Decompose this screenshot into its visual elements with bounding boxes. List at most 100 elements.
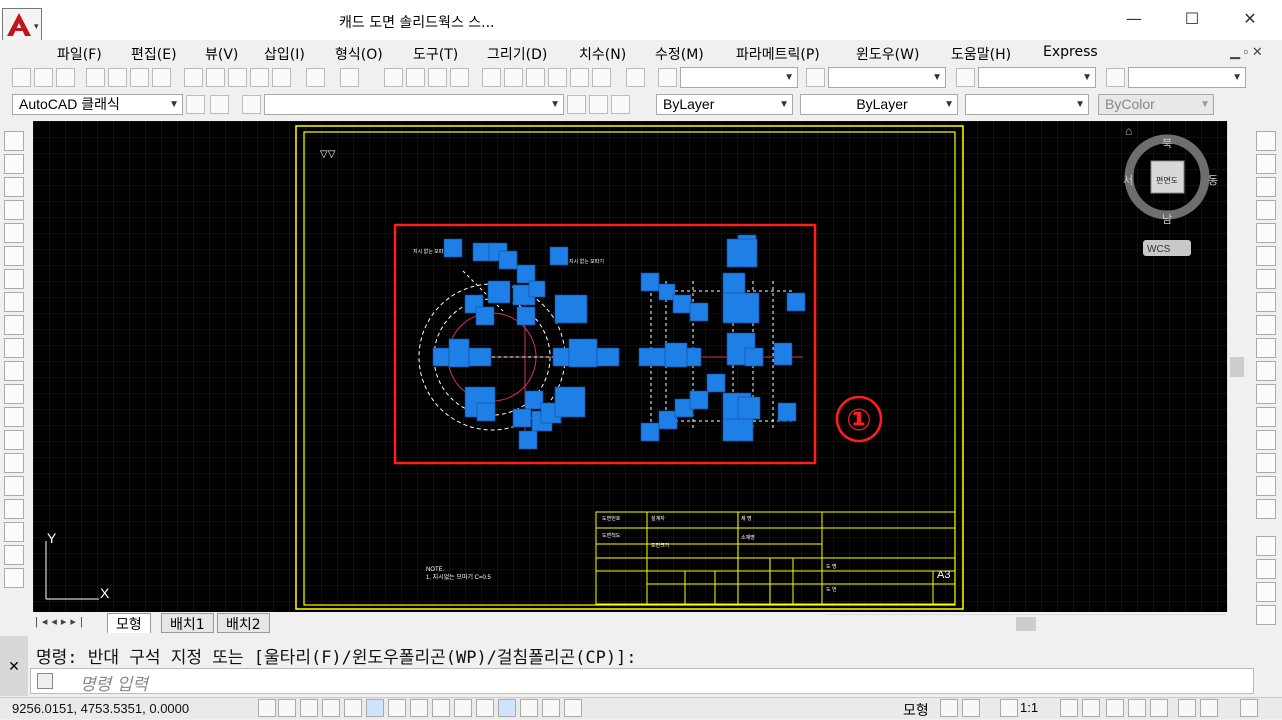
lightbulb-icon[interactable] bbox=[1200, 699, 1218, 717]
text-style-icon[interactable] bbox=[658, 68, 677, 87]
horizontal-scroll-thumb[interactable] bbox=[1016, 617, 1036, 631]
properties-icon[interactable] bbox=[482, 68, 501, 87]
menu-format[interactable]: 형식(O) bbox=[335, 44, 383, 64]
help-icon[interactable] bbox=[626, 68, 645, 87]
annotation-monitor-icon[interactable] bbox=[564, 699, 582, 717]
print-preview-icon[interactable] bbox=[108, 68, 127, 87]
viewcube-face[interactable]: 편면도 bbox=[1156, 175, 1178, 185]
layer-previous-icon[interactable] bbox=[589, 95, 608, 114]
sheet-set-icon[interactable] bbox=[548, 68, 567, 87]
spline-icon[interactable] bbox=[4, 315, 24, 335]
quick-properties-icon[interactable] bbox=[520, 699, 538, 717]
design-center-icon[interactable] bbox=[504, 68, 523, 87]
tool-palettes-icon[interactable] bbox=[526, 68, 545, 87]
open-icon[interactable] bbox=[34, 68, 53, 87]
match-properties-icon[interactable] bbox=[250, 68, 269, 87]
annotation-scale-icon[interactable] bbox=[1000, 699, 1018, 717]
snap-mode-icon[interactable] bbox=[278, 699, 296, 717]
viewcube-south[interactable]: 남 bbox=[1162, 213, 1172, 226]
stretch-icon[interactable] bbox=[1256, 315, 1276, 335]
polar-tracking-icon[interactable] bbox=[344, 699, 362, 717]
erase-icon[interactable] bbox=[1256, 131, 1276, 151]
polygon-icon[interactable] bbox=[4, 200, 24, 220]
point-icon[interactable] bbox=[4, 430, 24, 450]
chamfer-icon[interactable] bbox=[1256, 430, 1276, 450]
viewcube-east[interactable]: 동 bbox=[1208, 175, 1218, 187]
plotstyle-combo[interactable]: ByColor ▼ bbox=[1098, 94, 1214, 115]
line-icon[interactable] bbox=[4, 131, 24, 151]
construction-line-icon[interactable] bbox=[4, 154, 24, 174]
draw-order-below-icon[interactable] bbox=[1256, 605, 1276, 625]
clean-screen-icon[interactable] bbox=[1240, 699, 1258, 717]
make-block-icon[interactable] bbox=[4, 407, 24, 427]
rectangle-icon[interactable] bbox=[4, 223, 24, 243]
region-icon[interactable] bbox=[4, 499, 24, 519]
auto-scale-icon[interactable] bbox=[1082, 699, 1100, 717]
array-icon[interactable] bbox=[1256, 223, 1276, 243]
gradient-icon[interactable] bbox=[4, 476, 24, 496]
autocad-logo-icon[interactable]: ▾ bbox=[2, 8, 42, 42]
menu-view[interactable]: 뷰(V) bbox=[205, 44, 238, 64]
vertical-scrollbar[interactable] bbox=[1227, 121, 1245, 612]
ellipse-icon[interactable] bbox=[4, 338, 24, 358]
menu-insert[interactable]: 삽입(I) bbox=[264, 44, 305, 64]
command-input[interactable] bbox=[30, 668, 1254, 694]
object-snap-icon[interactable] bbox=[366, 699, 384, 717]
maximize-button[interactable]: ☐ bbox=[1172, 6, 1212, 32]
color-combo[interactable]: ByLayer ▼ bbox=[656, 94, 793, 115]
menu-dimension[interactable]: 치수(N) bbox=[579, 44, 626, 64]
multileader-style-combo[interactable]: ▼ bbox=[1128, 67, 1246, 88]
text-style-combo[interactable]: ▼ bbox=[680, 67, 798, 88]
tab-layout2[interactable]: 배치2 bbox=[217, 613, 270, 633]
menu-parametric[interactable]: 파라메트릭(P) bbox=[736, 44, 820, 64]
quick-view-drawings-icon[interactable] bbox=[962, 699, 980, 717]
menu-help[interactable]: 도움말(H) bbox=[951, 44, 1011, 64]
polyline-icon[interactable] bbox=[4, 177, 24, 197]
markup-icon[interactable] bbox=[570, 68, 589, 87]
rotate-icon[interactable] bbox=[1256, 269, 1276, 289]
workspace-combo[interactable]: AutoCAD 클래식 ▼ bbox=[12, 94, 183, 115]
viewcube-west[interactable]: 서 bbox=[1123, 174, 1133, 187]
tab-layout1[interactable]: 배치1 bbox=[161, 613, 214, 633]
undo-icon[interactable] bbox=[306, 68, 325, 87]
lock-icon[interactable] bbox=[1128, 699, 1146, 717]
extend-icon[interactable] bbox=[1256, 361, 1276, 381]
draw-order-back-icon[interactable] bbox=[1256, 559, 1276, 579]
ortho-mode-icon[interactable] bbox=[322, 699, 340, 717]
zoom-previous-icon[interactable] bbox=[450, 68, 469, 87]
save-icon[interactable] bbox=[56, 68, 75, 87]
arc-icon[interactable] bbox=[4, 246, 24, 266]
lineweight-combo[interactable]: ▼ bbox=[965, 94, 1089, 115]
workspace-settings-icon[interactable] bbox=[186, 95, 205, 114]
explode-icon[interactable] bbox=[1256, 499, 1276, 519]
make-current-layer-icon[interactable] bbox=[567, 95, 586, 114]
doc-window-controls[interactable]: ▁ ▫ ✕ bbox=[1230, 44, 1263, 60]
annotation-visibility-icon[interactable] bbox=[1060, 699, 1078, 717]
close-button[interactable]: ✕ bbox=[1230, 6, 1270, 32]
add-selected-icon[interactable] bbox=[4, 568, 24, 588]
copy-icon[interactable] bbox=[206, 68, 225, 87]
dynamic-input-icon[interactable] bbox=[454, 699, 472, 717]
linetype-combo[interactable]: ByLayer ▼ bbox=[800, 94, 958, 115]
pan-icon[interactable] bbox=[384, 68, 403, 87]
circle-icon[interactable] bbox=[4, 269, 24, 289]
insert-block-icon[interactable] bbox=[4, 384, 24, 404]
menu-edit[interactable]: 편집(E) bbox=[131, 44, 177, 64]
viewcube-north[interactable]: 북 bbox=[1162, 137, 1172, 150]
workspace-switching-icon[interactable] bbox=[1106, 699, 1124, 717]
move-icon[interactable] bbox=[1256, 246, 1276, 266]
print-icon[interactable] bbox=[86, 68, 105, 87]
menu-window[interactable]: 윈도우(W) bbox=[856, 44, 919, 64]
command-close-icon[interactable]: ✕ bbox=[0, 636, 28, 696]
menu-modify[interactable]: 수정(M) bbox=[655, 44, 704, 64]
offset-icon[interactable] bbox=[1256, 200, 1276, 220]
fillet-icon[interactable] bbox=[1256, 453, 1276, 473]
new-icon[interactable] bbox=[12, 68, 31, 87]
calculator-icon[interactable] bbox=[592, 68, 611, 87]
annotation-scale-value[interactable]: 1:1 bbox=[1020, 700, 1038, 715]
menu-file[interactable]: 파일(F) bbox=[57, 44, 102, 64]
copy-object-icon[interactable] bbox=[1256, 154, 1276, 174]
cut-icon[interactable] bbox=[184, 68, 203, 87]
zoom-window-icon[interactable] bbox=[428, 68, 447, 87]
dim-style-icon[interactable] bbox=[806, 68, 825, 87]
